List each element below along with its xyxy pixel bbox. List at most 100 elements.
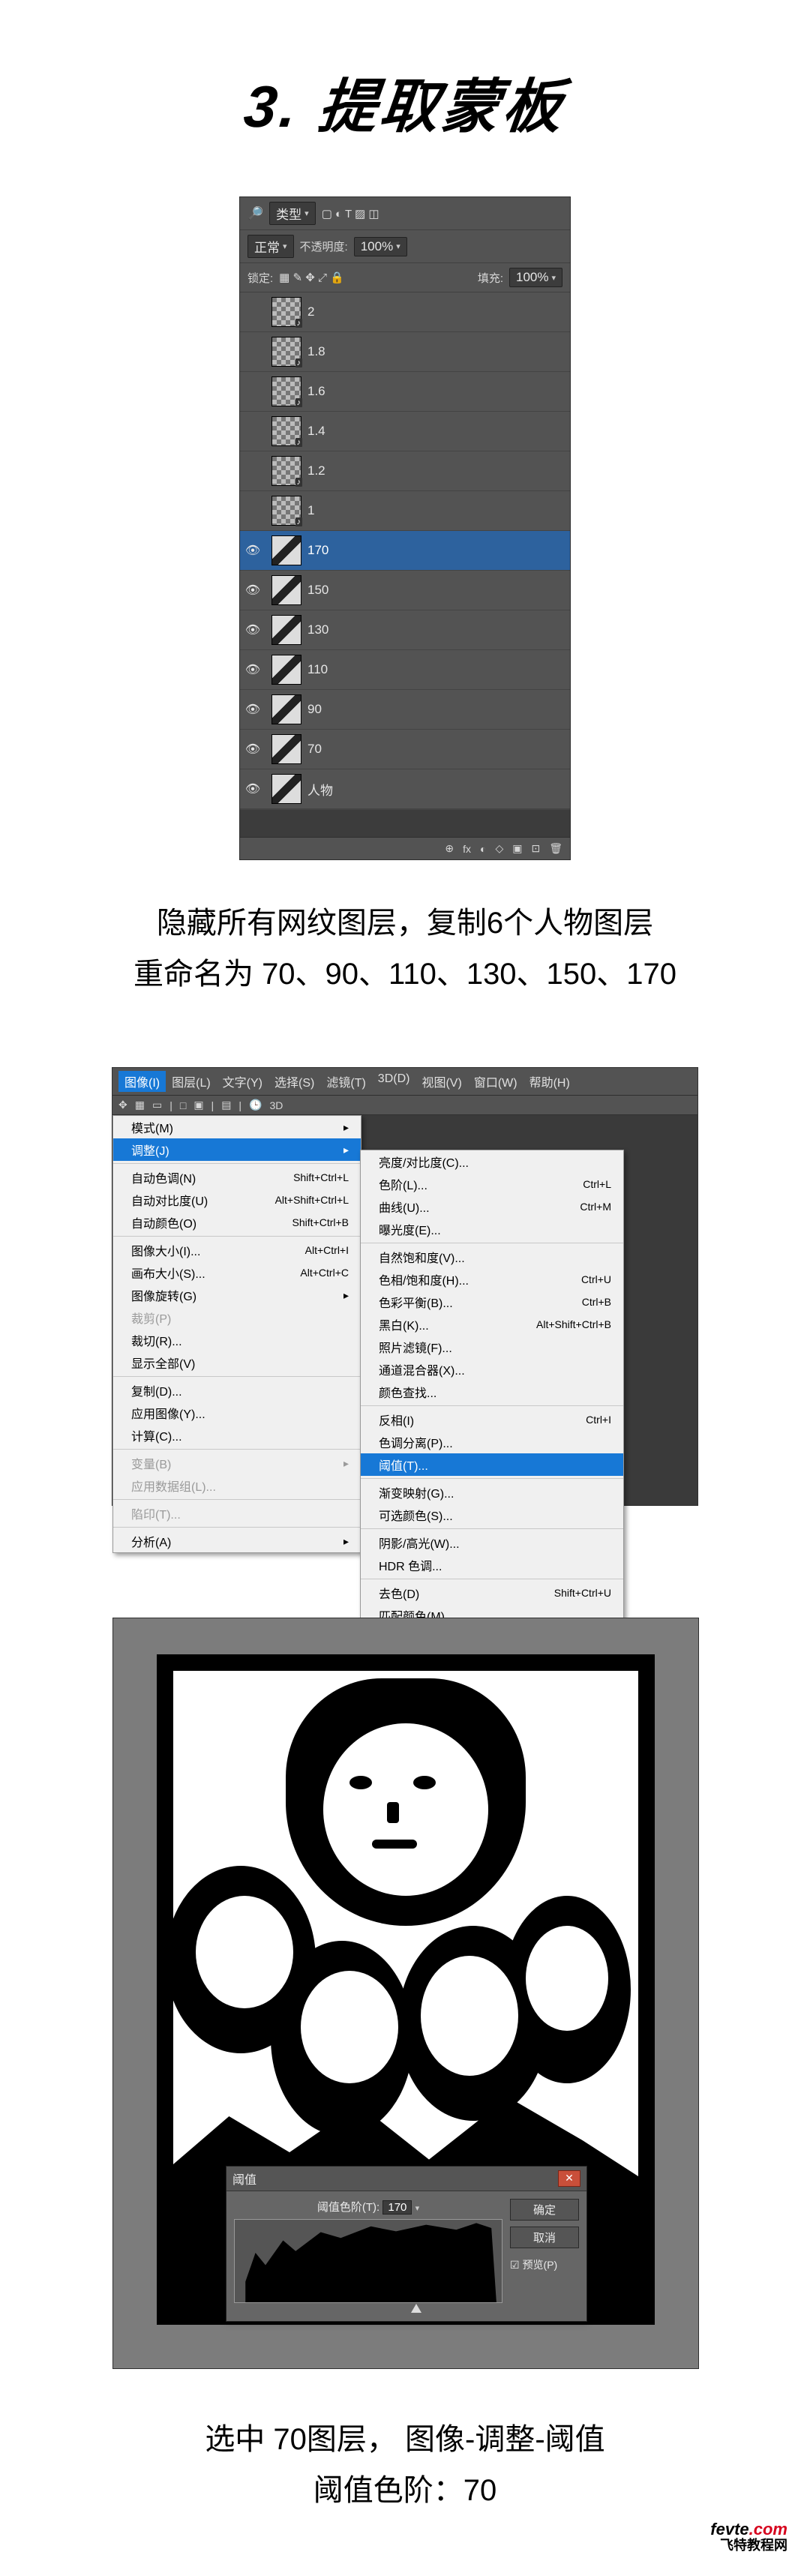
layer-row[interactable]: ♪ 1.8 (240, 332, 570, 372)
layer-thumbnail[interactable]: ♪ (272, 496, 302, 526)
blend-mode-dropdown[interactable]: 正常 ▾ (248, 235, 294, 258)
layer-name-label[interactable]: 1.2 (308, 463, 570, 478)
visibility-eye-icon[interactable]: 👁 (240, 781, 266, 796)
menu-item-invert[interactable]: 反相(I)Ctrl+I (361, 1408, 623, 1431)
menu-item-analysis[interactable]: 分析(A)▸ (113, 1530, 361, 1552)
layer-name-label[interactable]: 110 (308, 662, 570, 677)
menu-item-selective[interactable]: 可选颜色(S)... (361, 1504, 623, 1526)
menu-item-reveal_all[interactable]: 显示全部(V) (113, 1351, 361, 1374)
menu-item-exposure[interactable]: 曝光度(E)... (361, 1218, 623, 1240)
layer-thumbnail[interactable]: ♪ (272, 337, 302, 367)
menu-item-grad_map[interactable]: 渐变映射(G)... (361, 1481, 623, 1504)
fx-icon[interactable]: fx (463, 843, 471, 855)
ok-button[interactable]: 确定 (510, 2199, 579, 2221)
layer-row[interactable]: ♪ 1.4 (240, 412, 570, 451)
menubar-item[interactable]: 视图(V) (416, 1071, 467, 1092)
opacity-value-dropdown[interactable]: 100% ▾ (354, 237, 407, 256)
lock-icons[interactable]: ▦ ✎ ✥ ⤢ 🔒 (279, 271, 344, 284)
menubar-item[interactable]: 帮助(H) (524, 1071, 576, 1092)
menu-item-hdr[interactable]: HDR 色调... (361, 1554, 623, 1576)
layer-type-dropdown[interactable]: 类型 ▾ (269, 202, 316, 225)
menu-item-shadows[interactable]: 阴影/高光(W)... (361, 1531, 623, 1554)
tool-icon[interactable]: ▤ (221, 1099, 231, 1111)
menu-item-image_size[interactable]: 图像大小(I)...Alt+Ctrl+I (113, 1239, 361, 1261)
menu-item-posterize[interactable]: 色调分离(P)... (361, 1431, 623, 1453)
layer-thumbnail[interactable] (272, 774, 302, 804)
chevron-down-icon[interactable]: ▾ (416, 2204, 420, 2213)
menu-item-mode[interactable]: 模式(M)▸ (113, 1116, 361, 1138)
layer-name-label[interactable]: 1.4 (308, 424, 570, 439)
group-icon[interactable]: ▣ (512, 842, 522, 855)
tool-icon[interactable]: 3D (270, 1099, 284, 1111)
menu-item-auto_tone[interactable]: 自动色调(N)Shift+Ctrl+L (113, 1166, 361, 1189)
tool-icon[interactable]: ▣ (194, 1099, 203, 1111)
menu-item-channel_mixer[interactable]: 通道混合器(X)... (361, 1358, 623, 1381)
layer-thumbnail[interactable] (272, 535, 302, 565)
visibility-eye-icon[interactable]: 👁 (240, 622, 266, 637)
menubar-item[interactable]: 图像(I) (118, 1071, 166, 1092)
menu-item-image_rotation[interactable]: 图像旋转(G)▸ (113, 1284, 361, 1306)
layer-thumbnail[interactable] (272, 615, 302, 645)
menu-item-auto_contrast[interactable]: 自动对比度(U)Alt+Shift+Ctrl+L (113, 1189, 361, 1211)
preview-checkbox[interactable]: ☑ 预览(P) (510, 2257, 579, 2272)
visibility-eye-icon[interactable]: 👁 (240, 583, 266, 598)
menu-item-curves[interactable]: 曲线(U)...Ctrl+M (361, 1195, 623, 1218)
layer-row[interactable]: ♪1.6 (240, 372, 570, 412)
menubar-item[interactable]: 滤镜(T) (320, 1071, 371, 1092)
layer-filter-icons[interactable]: ▢ ◐ T ▨ ◫ (322, 207, 380, 220)
menu-item-threshold[interactable]: 阈值(T)... (361, 1453, 623, 1476)
menu-item-auto_color[interactable]: 自动颜色(O)Shift+Ctrl+B (113, 1211, 361, 1234)
layer-row[interactable]: 👁 90 (240, 690, 570, 730)
visibility-eye-icon[interactable]: 👁 (240, 662, 266, 677)
layer-name-label[interactable]: 1 (308, 503, 570, 518)
menu-item-duplicate[interactable]: 复制(D)... (113, 1379, 361, 1402)
layer-row[interactable]: ♪1.2 (240, 451, 570, 491)
menu-item-adjust[interactable]: 调整(J)▸ (113, 1138, 361, 1161)
menubar-item[interactable]: 图层(L) (166, 1071, 217, 1092)
trash-icon[interactable]: 🗑 (549, 842, 562, 855)
menu-item-desaturate[interactable]: 去色(D)Shift+Ctrl+U (361, 1582, 623, 1604)
menu-item-trim[interactable]: 裁切(R)... (113, 1329, 361, 1351)
tool-icon[interactable]: □ (180, 1099, 186, 1111)
layer-name-label[interactable]: 1.8 (308, 344, 570, 359)
layer-name-label[interactable]: 170 (308, 543, 570, 558)
menu-item-color_balance[interactable]: 色彩平衡(B)...Ctrl+B (361, 1291, 623, 1313)
layer-row[interactable]: 👁 110 (240, 650, 570, 690)
layer-row[interactable]: ♪1 (240, 491, 570, 531)
link-layers-icon[interactable]: ⊕ (445, 842, 454, 855)
layer-row[interactable]: 👁70 (240, 730, 570, 769)
slider-thumb-icon[interactable] (411, 2304, 422, 2313)
layer-thumbnail[interactable] (272, 655, 302, 685)
mask-icon[interactable]: ◐ (480, 843, 486, 855)
visibility-eye-icon[interactable]: 👁 (240, 543, 266, 558)
layer-thumbnail[interactable] (272, 575, 302, 605)
layer-thumbnail[interactable] (272, 734, 302, 764)
new-layer-icon[interactable]: ⊡ (531, 842, 540, 855)
menu-item-hue[interactable]: 色相/饱和度(H)...Ctrl+U (361, 1268, 623, 1291)
threshold-dialog-titlebar[interactable]: 阈值 ✕ (226, 2167, 586, 2191)
tool-icon[interactable]: ✥ (118, 1099, 128, 1111)
layer-row[interactable]: 👁 170 (240, 531, 570, 571)
layer-name-label[interactable]: 2 (308, 304, 570, 319)
layer-name-label[interactable]: 150 (308, 583, 570, 598)
menu-item-calculations[interactable]: 计算(C)... (113, 1424, 361, 1447)
layer-name-label[interactable]: 130 (308, 622, 570, 637)
layer-row[interactable]: 👁 150 (240, 571, 570, 610)
layer-name-label[interactable]: 90 (308, 702, 570, 717)
menubar-item[interactable]: 文字(Y) (217, 1071, 268, 1092)
layer-row[interactable]: 👁 130 (240, 610, 570, 650)
menubar-item[interactable]: 3D(D) (372, 1071, 416, 1092)
tool-icon[interactable]: ▦ (135, 1099, 145, 1111)
layer-row[interactable]: ♪2 (240, 292, 570, 332)
menu-item-photo_filter[interactable]: 照片滤镜(F)... (361, 1336, 623, 1358)
menu-item-color_lookup[interactable]: 颜色查找... (361, 1381, 623, 1403)
cancel-button[interactable]: 取消 (510, 2227, 579, 2248)
visibility-eye-icon[interactable]: 👁 (240, 702, 266, 717)
layer-name-label[interactable]: 1.6 (308, 384, 570, 399)
tool-icon[interactable]: ▭ (152, 1099, 162, 1111)
layer-thumbnail[interactable]: ♪ (272, 297, 302, 327)
menu-item-apply_image[interactable]: 应用图像(Y)... (113, 1402, 361, 1424)
layer-thumbnail[interactable]: ♪ (272, 416, 302, 446)
close-icon[interactable]: ✕ (558, 2170, 580, 2187)
threshold-slider[interactable] (234, 2306, 502, 2314)
